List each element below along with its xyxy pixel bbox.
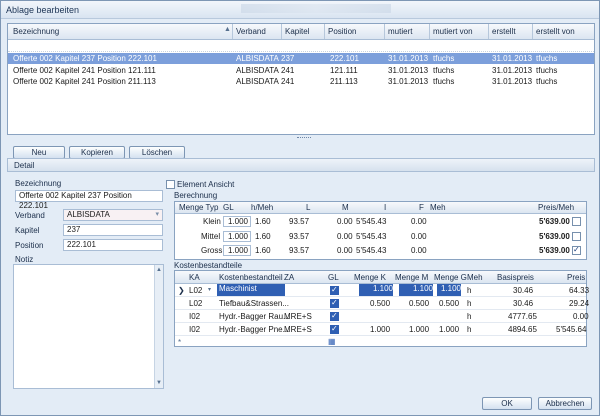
table-row[interactable]: Offerte 002 Kapitel 241 Position 121.111… — [8, 65, 594, 76]
gl-input[interactable]: 1.000 — [223, 231, 251, 242]
kapitel-field[interactable]: 237 — [63, 224, 163, 236]
tab-detail[interactable]: Detail — [14, 161, 34, 170]
kosten-header: KA Kostenbestandteil ZA GL Menge K Menge… — [175, 271, 586, 284]
bezeichnung-field[interactable]: Offerte 002 Kapitel 237 Position 222.101 — [15, 190, 163, 210]
ablage-list-grid[interactable]: Bezeichnung ▲ Verband Kapitel Position m… — [7, 23, 595, 135]
dialog-window: Ablage bearbeiten Bezeichnung ▲ Verband … — [0, 0, 600, 416]
chevron-down-icon: ▾ — [155, 211, 159, 218]
row-select-checkbox[interactable] — [572, 232, 581, 241]
notiz-label: Notiz — [15, 255, 34, 264]
element-ansicht-checkbox[interactable] — [166, 180, 175, 189]
scroll-down-icon[interactable]: ▼ — [156, 380, 162, 386]
title-bar: Ablage bearbeiten — [1, 1, 599, 19]
row-select-checkbox[interactable] — [572, 245, 581, 255]
new-row-icon: * — [178, 338, 182, 347]
position-label: Position — [15, 241, 44, 250]
table-row[interactable]: ❯ L02 ▾ Maschinist 1.100 1.100 1.100 h 3… — [175, 284, 589, 297]
verband-select[interactable]: ALBISDATA ▾ — [63, 209, 163, 221]
col-mutiert[interactable]: mutiert — [388, 27, 412, 36]
position-field[interactable]: 222.101 — [63, 239, 163, 251]
blurred-header-strip — [241, 4, 391, 13]
new-row[interactable]: * ▦ — [175, 336, 586, 348]
gl-input[interactable]: 1.000 — [223, 216, 251, 227]
splitter-handle[interactable] — [7, 136, 593, 142]
kosten-grid: KA Kostenbestandteil ZA GL Menge K Menge… — [174, 270, 589, 348]
element-ansicht-label: Element Ansicht — [177, 180, 235, 189]
notiz-scrollbar[interactable]: ▲ ▼ — [154, 265, 163, 388]
kapitel-label: Kapitel — [15, 226, 40, 235]
gl-checkbox[interactable] — [330, 324, 339, 334]
gl-checkbox[interactable] — [330, 298, 339, 308]
col-erstellt[interactable]: erstellt — [492, 27, 516, 36]
menge-typ: Gross — [201, 246, 223, 255]
kosten-title: Kostenbestandteile — [174, 261, 243, 270]
scroll-up-icon[interactable]: ▲ — [156, 267, 162, 273]
col-mutiert-von[interactable]: mutiert von — [433, 27, 473, 36]
table-row[interactable]: I02 Hydr.-Bagger Rau... MRE+S h 4777.65 … — [175, 310, 589, 323]
berechnung-grid: Menge Typ GL h/Meh L M I F Meh Preis/Meh… — [174, 201, 587, 260]
list-header: Bezeichnung ▲ Verband Kapitel Position m… — [8, 24, 594, 40]
table-row[interactable]: Offerte 002 Kapitel 237 Position 222.101… — [8, 53, 594, 64]
verband-label: Verband — [15, 211, 45, 220]
grid-icon: ▦ — [328, 337, 336, 346]
col-position[interactable]: Position — [328, 27, 356, 36]
gl-checkbox[interactable] — [330, 285, 339, 295]
abbrechen-button[interactable]: Abbrechen — [538, 397, 592, 410]
group-row — [8, 40, 594, 52]
table-row[interactable]: Offerte 002 Kapitel 241 Position 211.113… — [8, 76, 594, 87]
gl-checkbox[interactable] — [330, 311, 339, 321]
row-select-checkbox[interactable] — [572, 217, 581, 226]
table-row[interactable]: L02 Tiefbau&Strassen... 0.500 0.500 0.50… — [175, 297, 589, 310]
col-kapitel[interactable]: Kapitel — [285, 27, 309, 36]
berechnung-title: Berechnung — [174, 191, 218, 200]
chevron-down-icon[interactable]: ▾ — [208, 286, 211, 293]
sort-asc-icon: ▲ — [224, 26, 231, 33]
ok-button[interactable]: OK — [482, 397, 532, 410]
col-bezeichnung[interactable]: Bezeichnung — [13, 27, 59, 36]
gl-input[interactable]: 1.000 — [223, 245, 251, 256]
menge-typ: Klein — [203, 217, 221, 226]
berechnung-header: Menge Typ GL h/Meh L M I F Meh Preis/Meh — [175, 202, 586, 214]
notiz-textarea[interactable]: ▲ ▼ — [13, 264, 164, 389]
detail-section-header: Detail — [7, 158, 595, 172]
window-title: Ablage bearbeiten — [6, 5, 80, 15]
table-row[interactable]: I02 Hydr.-Bagger Pne... MRE+S 1.000 1.00… — [175, 323, 586, 336]
col-erstellt-von[interactable]: erstellt von — [536, 27, 575, 36]
row-indicator-icon: ❯ — [178, 286, 185, 295]
bezeichnung-label: Bezeichnung — [15, 179, 62, 188]
col-verband[interactable]: Verband — [236, 27, 266, 36]
verband-value: ALBISDATA — [67, 210, 110, 219]
menge-typ: Mittel — [201, 232, 221, 241]
